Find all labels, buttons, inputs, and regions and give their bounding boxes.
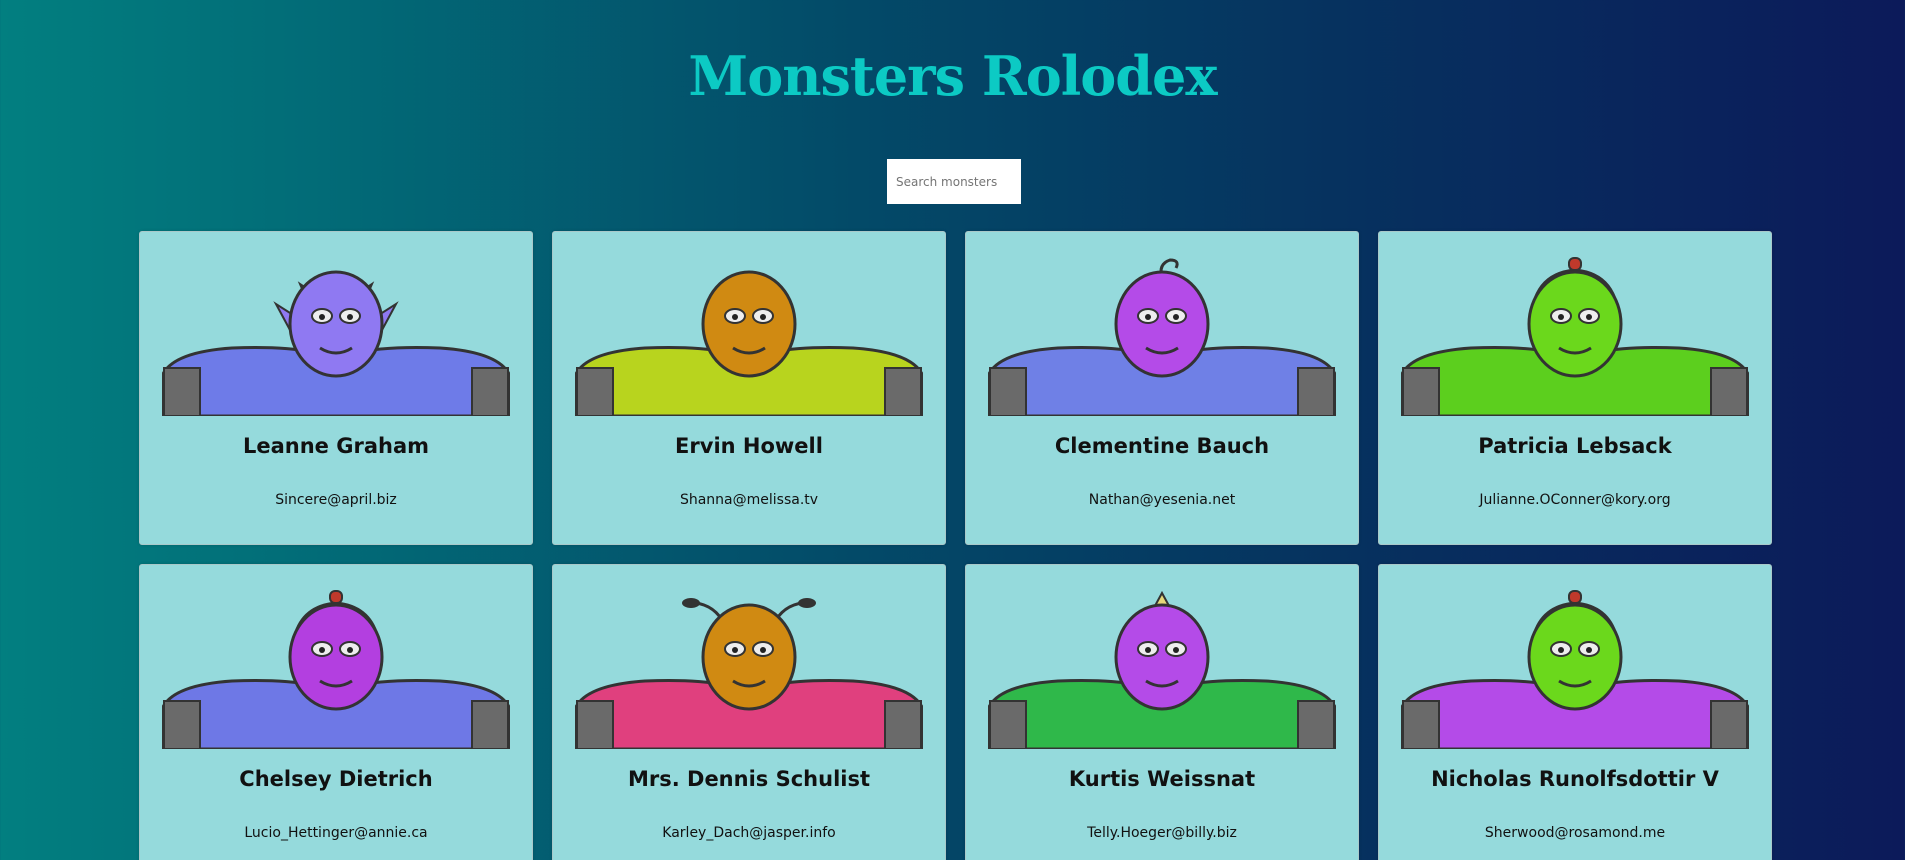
helmet-monster-avatar: [1401, 257, 1749, 416]
monster-name: Nicholas Runolfsdottir V: [1431, 767, 1719, 791]
monster-name: Patricia Lebsack: [1478, 434, 1672, 458]
monster-email: Shanna@melissa.tv: [679, 492, 819, 508]
monster-email: Sincere@april.biz: [275, 492, 397, 508]
antenna-monster-avatar: [575, 598, 923, 749]
monster-email: Sherwood@rosamond.me: [1484, 825, 1666, 841]
monster-card[interactable]: Chelsey Dietrich Lucio_Hettinger@annie.c…: [139, 564, 533, 860]
monster-name: Clementine Bauch: [1054, 434, 1270, 458]
monster-email: Julianne.OConner@kory.org: [1479, 492, 1671, 508]
monster-card[interactable]: Patricia Lebsack Julianne.OConner@kory.o…: [1378, 231, 1772, 545]
bolted-robot-avatar: [1401, 590, 1749, 749]
monster-email: Karley_Dach@jasper.info: [662, 825, 836, 841]
monster-name: Kurtis Weissnat: [1068, 767, 1256, 791]
monster-name: Chelsey Dietrich: [239, 767, 433, 791]
cyclops-robot-avatar: [988, 258, 1336, 416]
monster-card[interactable]: Leanne Graham Sincere@april.biz: [139, 231, 533, 545]
monster-email: Nathan@yesenia.net: [1088, 492, 1236, 508]
monster-email: Telly.Hoeger@billy.biz: [1087, 825, 1237, 841]
search-input[interactable]: [887, 159, 1021, 204]
monster-card[interactable]: Mrs. Dennis Schulist Karley_Dach@jasper.…: [552, 564, 946, 860]
orange-monster-avatar: [575, 270, 923, 416]
monster-card[interactable]: Kurtis Weissnat Telly.Hoeger@billy.biz: [965, 564, 1359, 860]
monster-name: Ervin Howell: [675, 434, 823, 458]
crested-monster-avatar: [988, 590, 1336, 749]
monster-card[interactable]: Ervin Howell Shanna@melissa.tv: [552, 231, 946, 545]
monster-email: Lucio_Hettinger@annie.ca: [244, 825, 428, 841]
monster-name: Mrs. Dennis Schulist: [627, 767, 871, 791]
horned-monster-avatar: [162, 270, 510, 416]
page-title: Monsters Rolodex: [688, 44, 1217, 108]
monster-card[interactable]: Nicholas Runolfsdottir V Sherwood@rosamo…: [1378, 564, 1772, 860]
monster-name: Leanne Graham: [242, 434, 430, 458]
monster-card-list: Leanne Graham Sincere@april.biz Ervin Ho…: [139, 231, 1772, 860]
monster-card[interactable]: Clementine Bauch Nathan@yesenia.net: [965, 231, 1359, 545]
visor-robot-avatar: [162, 590, 510, 749]
